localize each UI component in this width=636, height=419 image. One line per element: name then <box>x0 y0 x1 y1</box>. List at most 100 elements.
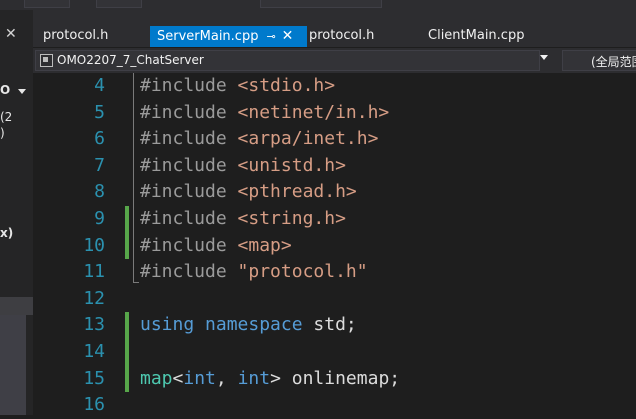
code-line[interactable]: 4 #include <stdio.h> <box>33 73 636 100</box>
change-indicator <box>125 312 129 339</box>
code-line[interactable]: 6 #include <arpa/inet.h> <box>33 126 636 153</box>
chevron-down-icon[interactable] <box>18 89 26 94</box>
code-line[interactable]: 15 map<int, int> onlinemap; <box>33 365 636 393</box>
tab-label: protocol.h <box>43 28 109 43</box>
platform-dropdown[interactable] <box>96 0 142 8</box>
code-token: <arpa/inet.h> <box>237 128 379 150</box>
code-line[interactable]: 8 #include <pthread.h> <box>33 179 636 206</box>
code-line[interactable]: 11 #include "protocol.h" <box>33 259 636 286</box>
code-token: #include <box>140 101 238 123</box>
code-token: #include <box>140 234 238 256</box>
tab-servermain-cpp[interactable]: ServerMain.cpp ⊸ ✕ <box>150 26 307 47</box>
code-text: map<int, int> onlinemap; <box>140 366 400 392</box>
line-number: 5 <box>94 101 105 123</box>
left-panel-scrollbar[interactable] <box>0 315 26 415</box>
navigation-bar: OMO2207_7_ChatServer (全局范围) <box>33 47 636 73</box>
tab-label: ServerMain.cpp <box>157 29 259 44</box>
code-token: , <box>215 367 238 389</box>
change-indicator <box>125 232 129 260</box>
code-line[interactable]: 9 #include <string.h> <box>33 206 636 233</box>
scope-label: (全局范围) <box>591 55 636 69</box>
close-icon[interactable]: ✕ <box>5 26 17 42</box>
fold-guide <box>133 73 134 282</box>
left-panel-text: (2 <box>0 110 13 124</box>
line-number: 13 <box>83 314 105 336</box>
fold-guide-end <box>133 281 139 283</box>
tab-label: ClientMain.cpp <box>428 28 525 43</box>
code-line[interactable]: 5 #include <netinet/in.h> <box>33 100 636 127</box>
line-number: 4 <box>94 75 105 96</box>
code-token: <stdio.h> <box>237 75 336 96</box>
code-text: #include <string.h> <box>140 206 346 232</box>
code-text: #include "protocol.h" <box>140 259 368 285</box>
code-token: #include <box>140 75 238 96</box>
config-dropdown[interactable] <box>24 0 70 8</box>
scope-dropdown[interactable]: (全局范围) <box>562 50 636 71</box>
line-number: 6 <box>94 128 105 150</box>
pin-icon[interactable]: ⊸ <box>266 30 275 43</box>
left-side-panel: ✕ O (2 ) x) <box>0 10 33 415</box>
code-token: <pthread.h> <box>237 181 357 203</box>
change-indicator <box>125 339 129 366</box>
code-line[interactable]: 13 using namespace std; <box>33 312 636 339</box>
code-token: <string.h> <box>237 208 346 229</box>
code-token: using <box>140 314 195 336</box>
code-token: namespace <box>205 314 303 336</box>
code-token: #include <box>140 128 238 150</box>
left-panel-text: O <box>0 83 11 97</box>
tab-clientmain-cpp[interactable]: ClientMain.cpp <box>424 26 528 47</box>
line-number: 12 <box>83 287 105 309</box>
line-number: 14 <box>83 341 105 362</box>
code-text: #include <stdio.h> <box>140 73 335 99</box>
code-token: <unistd.h> <box>237 154 346 176</box>
code-token: int <box>183 367 216 389</box>
change-indicator <box>125 365 129 393</box>
code-token: <map> <box>237 234 292 256</box>
code-line[interactable]: 12 <box>33 286 636 313</box>
code-editor[interactable]: 4 #include <stdio.h> 5 #include <netinet/in… <box>33 73 636 415</box>
code-line[interactable]: 10 #include <map> <box>33 232 636 260</box>
line-number: 11 <box>83 261 105 283</box>
project-dropdown[interactable]: OMO2207_7_ChatServer <box>35 50 548 71</box>
tab-protocol-h-2[interactable]: protocol.h <box>305 26 378 47</box>
code-token: #include <box>140 181 238 203</box>
code-token: <netinet/in.h> <box>237 101 390 123</box>
toolbar-strip <box>0 0 636 10</box>
code-token: #include <box>140 208 238 229</box>
code-text: #include <netinet/in.h> <box>140 100 389 126</box>
line-number: 15 <box>83 367 105 389</box>
left-panel-selection[interactable] <box>0 297 33 315</box>
left-panel-text: x) <box>0 226 14 240</box>
code-text: #include <pthread.h> <box>140 179 357 205</box>
code-line[interactable]: 14 <box>33 339 636 366</box>
code-text: #include <unistd.h> <box>140 153 346 179</box>
line-number: 7 <box>94 154 105 176</box>
code-token: #include <box>140 154 238 176</box>
code-token: int <box>237 367 271 389</box>
left-panel-text: ) <box>0 126 5 140</box>
line-number: 16 <box>83 394 105 416</box>
line-number: 9 <box>94 208 105 229</box>
chevron-down-icon[interactable] <box>540 55 548 60</box>
code-token: "protocol.h" <box>237 261 368 283</box>
code-line[interactable]: 7 #include <unistd.h> <box>33 153 636 180</box>
target-dropdown[interactable] <box>260 0 382 8</box>
change-indicator <box>125 206 129 233</box>
code-token: > onlinemap; <box>270 367 401 389</box>
code-text: #include <arpa/inet.h> <box>140 126 378 152</box>
project-icon <box>40 54 53 67</box>
code-token: map <box>140 367 173 389</box>
project-name: OMO2207_7_ChatServer <box>57 53 204 67</box>
tab-protocol-h[interactable]: protocol.h <box>39 26 112 47</box>
code-text: using namespace std; <box>140 312 357 338</box>
tab-label: protocol.h <box>309 28 375 43</box>
code-text: #include <map> <box>140 233 292 259</box>
code-token: < <box>172 367 184 389</box>
code-token: std; <box>302 314 357 336</box>
document-tab-bar: protocol.h ServerMain.cpp ⊸ ✕ protocol.h C… <box>33 10 636 47</box>
line-number: 10 <box>83 234 105 256</box>
close-icon[interactable]: ✕ <box>282 28 294 44</box>
code-token: #include <box>140 261 238 283</box>
line-number: 8 <box>94 181 105 203</box>
